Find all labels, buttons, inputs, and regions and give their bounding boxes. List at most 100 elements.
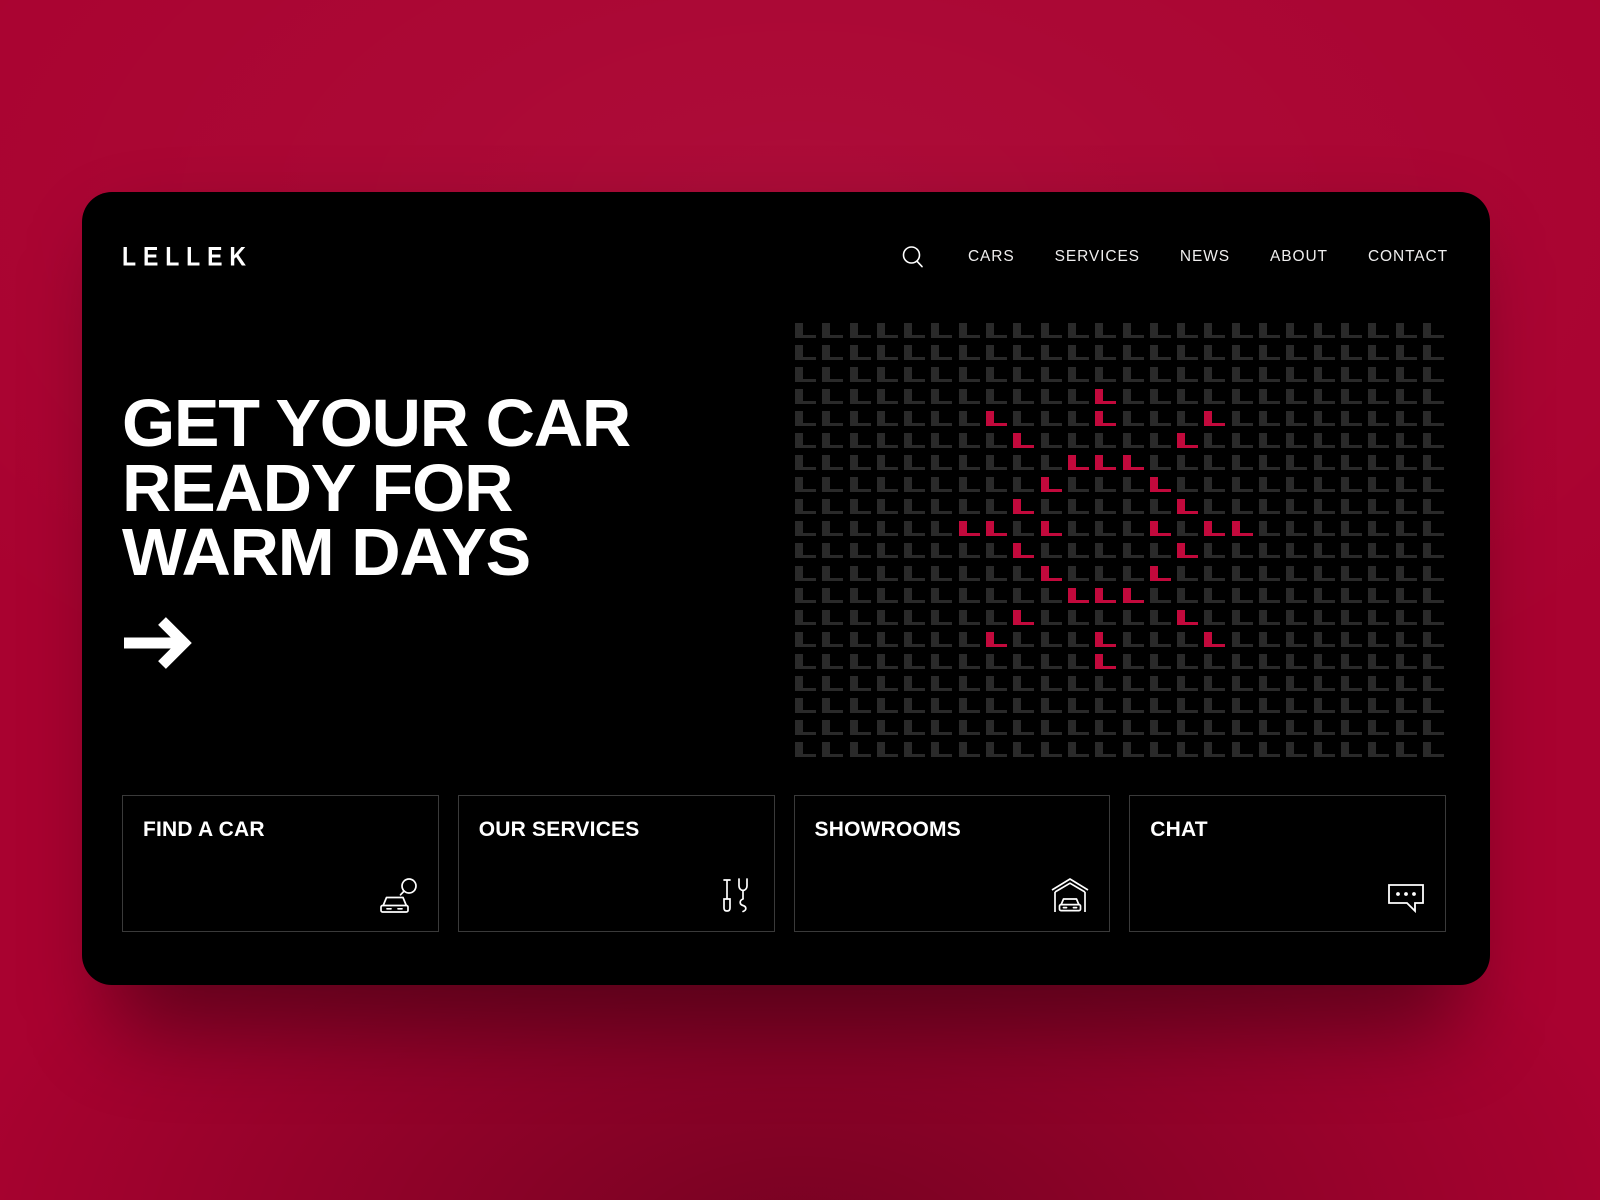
pattern-cell — [1368, 741, 1395, 763]
pattern-cell — [1422, 476, 1450, 498]
l-glyph-icon — [1013, 389, 1035, 405]
pattern-cell — [1122, 697, 1150, 719]
pattern-cell — [1395, 542, 1423, 564]
l-glyph-icon — [1395, 389, 1417, 405]
l-glyph-icon — [958, 719, 980, 735]
pattern-cell — [849, 388, 877, 410]
nav-item-cars[interactable]: CARS — [968, 242, 1015, 272]
l-glyph-icon — [904, 609, 926, 625]
search-icon[interactable] — [900, 244, 926, 270]
pattern-cell — [1122, 344, 1150, 366]
l-glyph-icon — [822, 565, 844, 581]
l-glyph-icon — [1067, 587, 1089, 603]
nav-item-contact[interactable]: CONTACT — [1368, 242, 1448, 272]
l-glyph-icon — [904, 653, 926, 669]
pattern-cell — [986, 719, 1013, 741]
l-glyph-icon — [1286, 609, 1308, 625]
l-glyph-icon — [1095, 675, 1117, 691]
pattern-cell — [1122, 366, 1150, 388]
l-glyph-icon — [1204, 521, 1226, 537]
l-glyph-icon — [876, 433, 898, 449]
pattern-cell — [1340, 388, 1368, 410]
pattern-cell — [958, 388, 986, 410]
l-glyph-icon — [1149, 323, 1171, 338]
l-glyph-icon — [1095, 587, 1117, 603]
l-glyph-icon — [1149, 411, 1171, 427]
l-glyph-icon — [958, 587, 980, 603]
l-glyph-icon — [1204, 741, 1226, 757]
l-glyph-icon — [849, 653, 871, 669]
pattern-cell — [1149, 344, 1177, 366]
l-glyph-icon — [1204, 455, 1226, 471]
pattern-cell — [1204, 741, 1231, 763]
pattern-row — [795, 542, 1455, 564]
pattern-cell — [1231, 344, 1259, 366]
pattern-cell — [931, 520, 958, 542]
pattern-cell — [849, 322, 877, 344]
pattern-cell-accent — [1204, 631, 1231, 653]
l-glyph-icon — [904, 521, 926, 537]
pattern-cell — [1340, 741, 1368, 763]
l-glyph-icon — [795, 609, 816, 625]
pattern-cell — [849, 565, 877, 587]
l-glyph-icon — [958, 521, 980, 537]
l-glyph-icon — [1013, 345, 1035, 361]
pattern-cell — [1149, 609, 1177, 631]
pattern-cell — [1395, 719, 1423, 741]
l-glyph-icon — [1395, 631, 1417, 647]
l-glyph-icon — [849, 543, 871, 559]
l-glyph-icon — [1177, 565, 1199, 581]
pattern-cell — [1149, 410, 1177, 432]
nav-item-news[interactable]: NEWS — [1180, 242, 1230, 272]
l-glyph-icon — [931, 741, 953, 757]
pattern-cell — [1286, 454, 1313, 476]
l-glyph-icon — [1013, 587, 1035, 603]
l-glyph-icon — [1013, 323, 1035, 338]
card-our-services[interactable]: OUR SERVICES — [457, 795, 775, 932]
pattern-cell — [1368, 322, 1395, 344]
l-glyph-icon — [876, 675, 898, 691]
l-glyph-icon — [1259, 609, 1281, 625]
l-glyph-icon — [1067, 477, 1089, 493]
pattern-cell — [876, 653, 904, 675]
l-glyph-icon — [1095, 411, 1117, 427]
l-glyph-icon — [1340, 565, 1362, 581]
pattern-row — [795, 520, 1455, 542]
pattern-cell — [849, 520, 877, 542]
l-glyph-icon — [1122, 499, 1144, 515]
pattern-cell — [1122, 653, 1150, 675]
pattern-cell — [931, 432, 958, 454]
l-glyph-icon — [1231, 631, 1253, 647]
nav-item-about[interactable]: ABOUT — [1270, 242, 1328, 272]
l-glyph-icon — [1204, 587, 1226, 603]
pattern-cell — [904, 432, 931, 454]
card-showrooms[interactable]: SHOWROOMS — [793, 795, 1111, 932]
card-find-a-car[interactable]: FIND A CAR — [122, 795, 439, 932]
l-glyph-icon — [931, 543, 953, 559]
nav-item-services[interactable]: SERVICES — [1055, 242, 1140, 272]
l-glyph-icon — [1040, 697, 1062, 713]
pattern-cell-accent — [1040, 565, 1068, 587]
l-glyph-icon — [1340, 631, 1362, 647]
brand-logo[interactable]: LELLEK — [122, 241, 253, 272]
pattern-cell — [1340, 609, 1368, 631]
l-glyph-icon — [849, 719, 871, 735]
card-chat[interactable]: CHAT — [1129, 795, 1446, 932]
l-glyph-icon — [1231, 323, 1253, 338]
l-glyph-icon — [1067, 543, 1089, 559]
pattern-cell — [1067, 432, 1095, 454]
arrow-right-icon[interactable] — [122, 612, 200, 674]
pattern-cell — [1368, 631, 1395, 653]
pattern-cell — [1313, 322, 1341, 344]
pattern-cell — [849, 719, 877, 741]
l-glyph-icon — [1259, 675, 1281, 691]
l-glyph-icon — [1313, 543, 1335, 559]
pattern-row — [795, 498, 1455, 520]
pattern-cell — [1422, 344, 1450, 366]
l-glyph-icon — [1313, 521, 1335, 537]
l-glyph-icon — [795, 345, 816, 361]
l-glyph-icon — [1067, 455, 1089, 471]
l-glyph-icon — [931, 323, 953, 338]
l-glyph-icon — [1040, 389, 1062, 405]
l-glyph-icon — [1395, 675, 1417, 691]
